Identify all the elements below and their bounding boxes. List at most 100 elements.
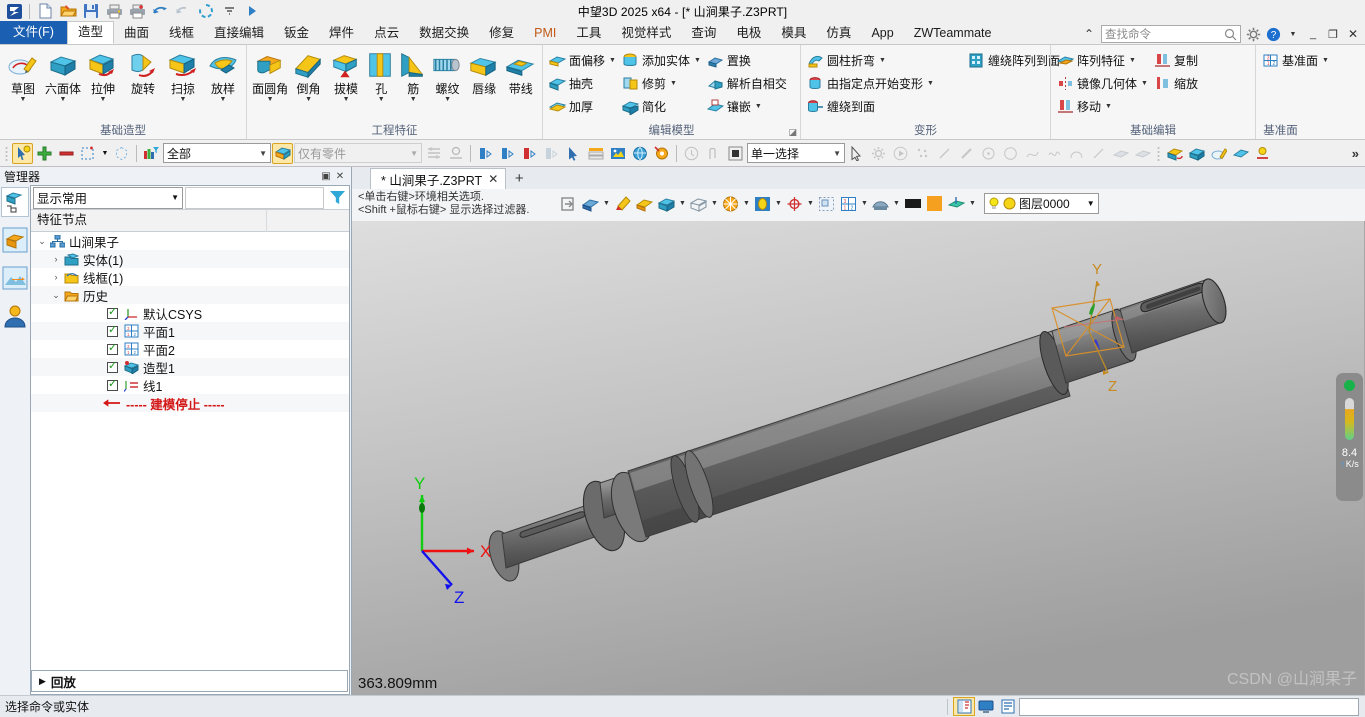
chevron-down-icon[interactable]: ▼ xyxy=(602,200,611,207)
ribbon-button-pattern-feature[interactable]: 阵列特征 ▼ xyxy=(1054,49,1151,71)
chevron-down-icon[interactable]: ▼ xyxy=(892,200,901,207)
toolbar-grip-2[interactable] xyxy=(1156,145,1161,162)
section-icon[interactable] xyxy=(720,193,741,214)
chevron-down-icon[interactable]: ▼ xyxy=(827,149,841,158)
expander-icon[interactable]: ⌄ xyxy=(49,290,63,301)
ribbon-button-replace[interactable]: 置换 xyxy=(704,49,790,71)
chevron-down-icon[interactable]: ▼ xyxy=(1105,103,1112,110)
chevron-down-icon[interactable]: ▼ xyxy=(755,103,762,110)
help-icon[interactable]: ? xyxy=(1265,26,1281,42)
chevron-down-icon[interactable]: ▼ xyxy=(927,80,934,87)
restore-button[interactable]: ❐ xyxy=(1325,26,1341,42)
ribbon-button-box[interactable]: 六面体 ▼ xyxy=(43,47,83,104)
chevron-down-icon[interactable]: ▼ xyxy=(774,200,783,207)
ribbon-button-sketch[interactable]: 草图 ▼ xyxy=(3,47,43,104)
status-monitor-icon[interactable] xyxy=(975,697,997,716)
chevron-down-icon[interactable]: ▼ xyxy=(444,96,451,104)
playback-bar[interactable]: ▶ 回放 xyxy=(31,670,348,692)
ribbon-button-resolve-self-intersect[interactable]: 解析自相交 xyxy=(704,72,790,94)
tab-inquire[interactable]: 查询 xyxy=(681,22,726,44)
dialog-launcher-icon[interactable]: ◪ xyxy=(788,127,797,138)
wireframe-view-icon[interactable] xyxy=(688,193,709,214)
layer-style-icon[interactable] xyxy=(946,193,967,214)
stack-icon[interactable] xyxy=(585,143,606,164)
chevron-down-icon[interactable]: ▼ xyxy=(879,57,886,64)
ribbon-button-simplify[interactable]: 简化 xyxy=(619,95,704,117)
layer-color-icon[interactable] xyxy=(1003,197,1016,210)
datum-view-icon[interactable]: 312 xyxy=(838,193,859,214)
tab-weldment[interactable]: 焊件 xyxy=(319,22,364,44)
light-icon[interactable] xyxy=(1252,143,1273,164)
slash-icon[interactable] xyxy=(1088,143,1109,164)
cursor-icon[interactable] xyxy=(563,143,584,164)
chevron-down-icon[interactable]: ▼ xyxy=(410,96,417,104)
command-input[interactable] xyxy=(1019,697,1359,716)
network-speed-widget[interactable]: 8.4 ↑ K/s xyxy=(1336,373,1363,501)
redo-icon[interactable] xyxy=(172,1,194,21)
shape-red-icon[interactable] xyxy=(1164,143,1185,164)
remove-selection-icon[interactable] xyxy=(56,143,77,164)
tree-node-default-csys[interactable]: 默认CSYS xyxy=(31,304,349,322)
node-checkbox[interactable] xyxy=(107,378,118,391)
search-input[interactable]: 查找命令 xyxy=(1105,26,1224,42)
ribbon-button-draft[interactable]: 拔模 ▼ xyxy=(327,47,365,104)
ribbon-button-thread[interactable]: 螺纹 ▼ xyxy=(429,47,466,104)
ribbon-button-trim[interactable]: 修剪 ▼ xyxy=(619,72,704,94)
display-mode-icon[interactable] xyxy=(870,193,891,214)
tab-visual-style[interactable]: 视觉样式 xyxy=(611,22,681,44)
spline-icon[interactable] xyxy=(1022,143,1043,164)
tree-node-modeling-stop[interactable]: ----- 建模停止 ----- xyxy=(31,394,349,412)
add-selection-icon[interactable] xyxy=(34,143,55,164)
expander-icon[interactable]: ⌄ xyxy=(35,236,49,247)
ribbon-button-thicken[interactable]: 加厚 xyxy=(546,95,619,117)
tab-tools[interactable]: 工具 xyxy=(566,22,611,44)
tree-node-shape[interactable]: › 实体(1) xyxy=(31,250,349,268)
entity-filter-3-icon[interactable] xyxy=(519,143,540,164)
part-visibility-icon[interactable] xyxy=(272,142,293,164)
chevron-down-icon[interactable]: ▼ xyxy=(171,193,179,202)
node-checkbox[interactable] xyxy=(107,342,118,355)
ribbon-button-hole[interactable]: 孔 ▼ xyxy=(365,47,397,104)
chevron-down-icon[interactable]: ▼ xyxy=(860,200,869,207)
zoom-window-icon[interactable] xyxy=(752,193,773,214)
pick-settings-icon[interactable] xyxy=(651,143,672,164)
view-tool-icon[interactable] xyxy=(816,193,837,214)
node-checkbox[interactable] xyxy=(107,306,118,319)
minimize-button[interactable]: _ xyxy=(1305,26,1321,42)
chevron-down-icon[interactable]: ▼ xyxy=(220,96,227,104)
ribbon-button-face-offset[interactable]: 面偏移 ▼ xyxy=(546,49,619,71)
chevron-down-icon[interactable]: ▼ xyxy=(1141,80,1148,87)
orient-icon[interactable] xyxy=(784,193,805,214)
manager-restore-icon[interactable]: ▣ xyxy=(319,171,333,182)
chevron-down-icon[interactable]: ▼ xyxy=(305,96,312,104)
tab-pmi[interactable]: PMI xyxy=(524,22,566,44)
tree-node-part-root[interactable]: ⌄ 山涧果子 xyxy=(31,232,349,250)
run-icon[interactable] xyxy=(241,1,263,21)
ribbon-button-loft[interactable]: 放样 ▼ xyxy=(203,47,243,104)
tab-zwteammate[interactable]: ZWTeammate xyxy=(904,22,1002,44)
rail-image-icon[interactable] xyxy=(1,263,29,293)
node-checkbox[interactable] xyxy=(107,324,118,337)
ribbon-button-extrude[interactable]: 拉伸 ▼ xyxy=(83,47,123,104)
measure-icon[interactable] xyxy=(445,143,466,164)
ribbon-button-wrap-pattern-to-face[interactable]: 缠绕阵列到面 xyxy=(965,49,1063,71)
toolbar-grip[interactable] xyxy=(4,145,9,162)
entity-filter-4-icon[interactable] xyxy=(541,143,562,164)
tree-node-curve-1[interactable]: 线1 xyxy=(31,376,349,394)
ribbon-button-inlay[interactable]: 镶嵌 ▼ xyxy=(704,95,790,117)
tab-sheet-metal[interactable]: 钣金 xyxy=(274,22,319,44)
chevron-down-icon[interactable]: ▼ xyxy=(1322,57,1329,64)
ribbon-button-point-deform[interactable]: 由指定点开始变形 ▼ xyxy=(804,72,937,94)
ribbon-button-sweep[interactable]: 扫掠 ▼ xyxy=(163,47,203,104)
chevron-down-icon[interactable]: ▼ xyxy=(1073,199,1095,208)
align-icon[interactable] xyxy=(423,143,444,164)
print-preview-icon[interactable] xyxy=(126,1,148,21)
node-checkbox[interactable] xyxy=(107,360,118,373)
chevron-down-icon[interactable]: ▼ xyxy=(180,96,187,104)
tree-node-history[interactable]: ⌄ 历史 xyxy=(31,286,349,304)
ribbon-button-rib[interactable]: 筋 ▼ xyxy=(397,47,429,104)
part-filter-combo[interactable]: 仅有零件 ▼ xyxy=(294,143,422,163)
entity-filter-2-icon[interactable] xyxy=(497,143,518,164)
image-icon[interactable] xyxy=(607,143,628,164)
search-command-box[interactable]: 查找命令 xyxy=(1101,25,1241,43)
